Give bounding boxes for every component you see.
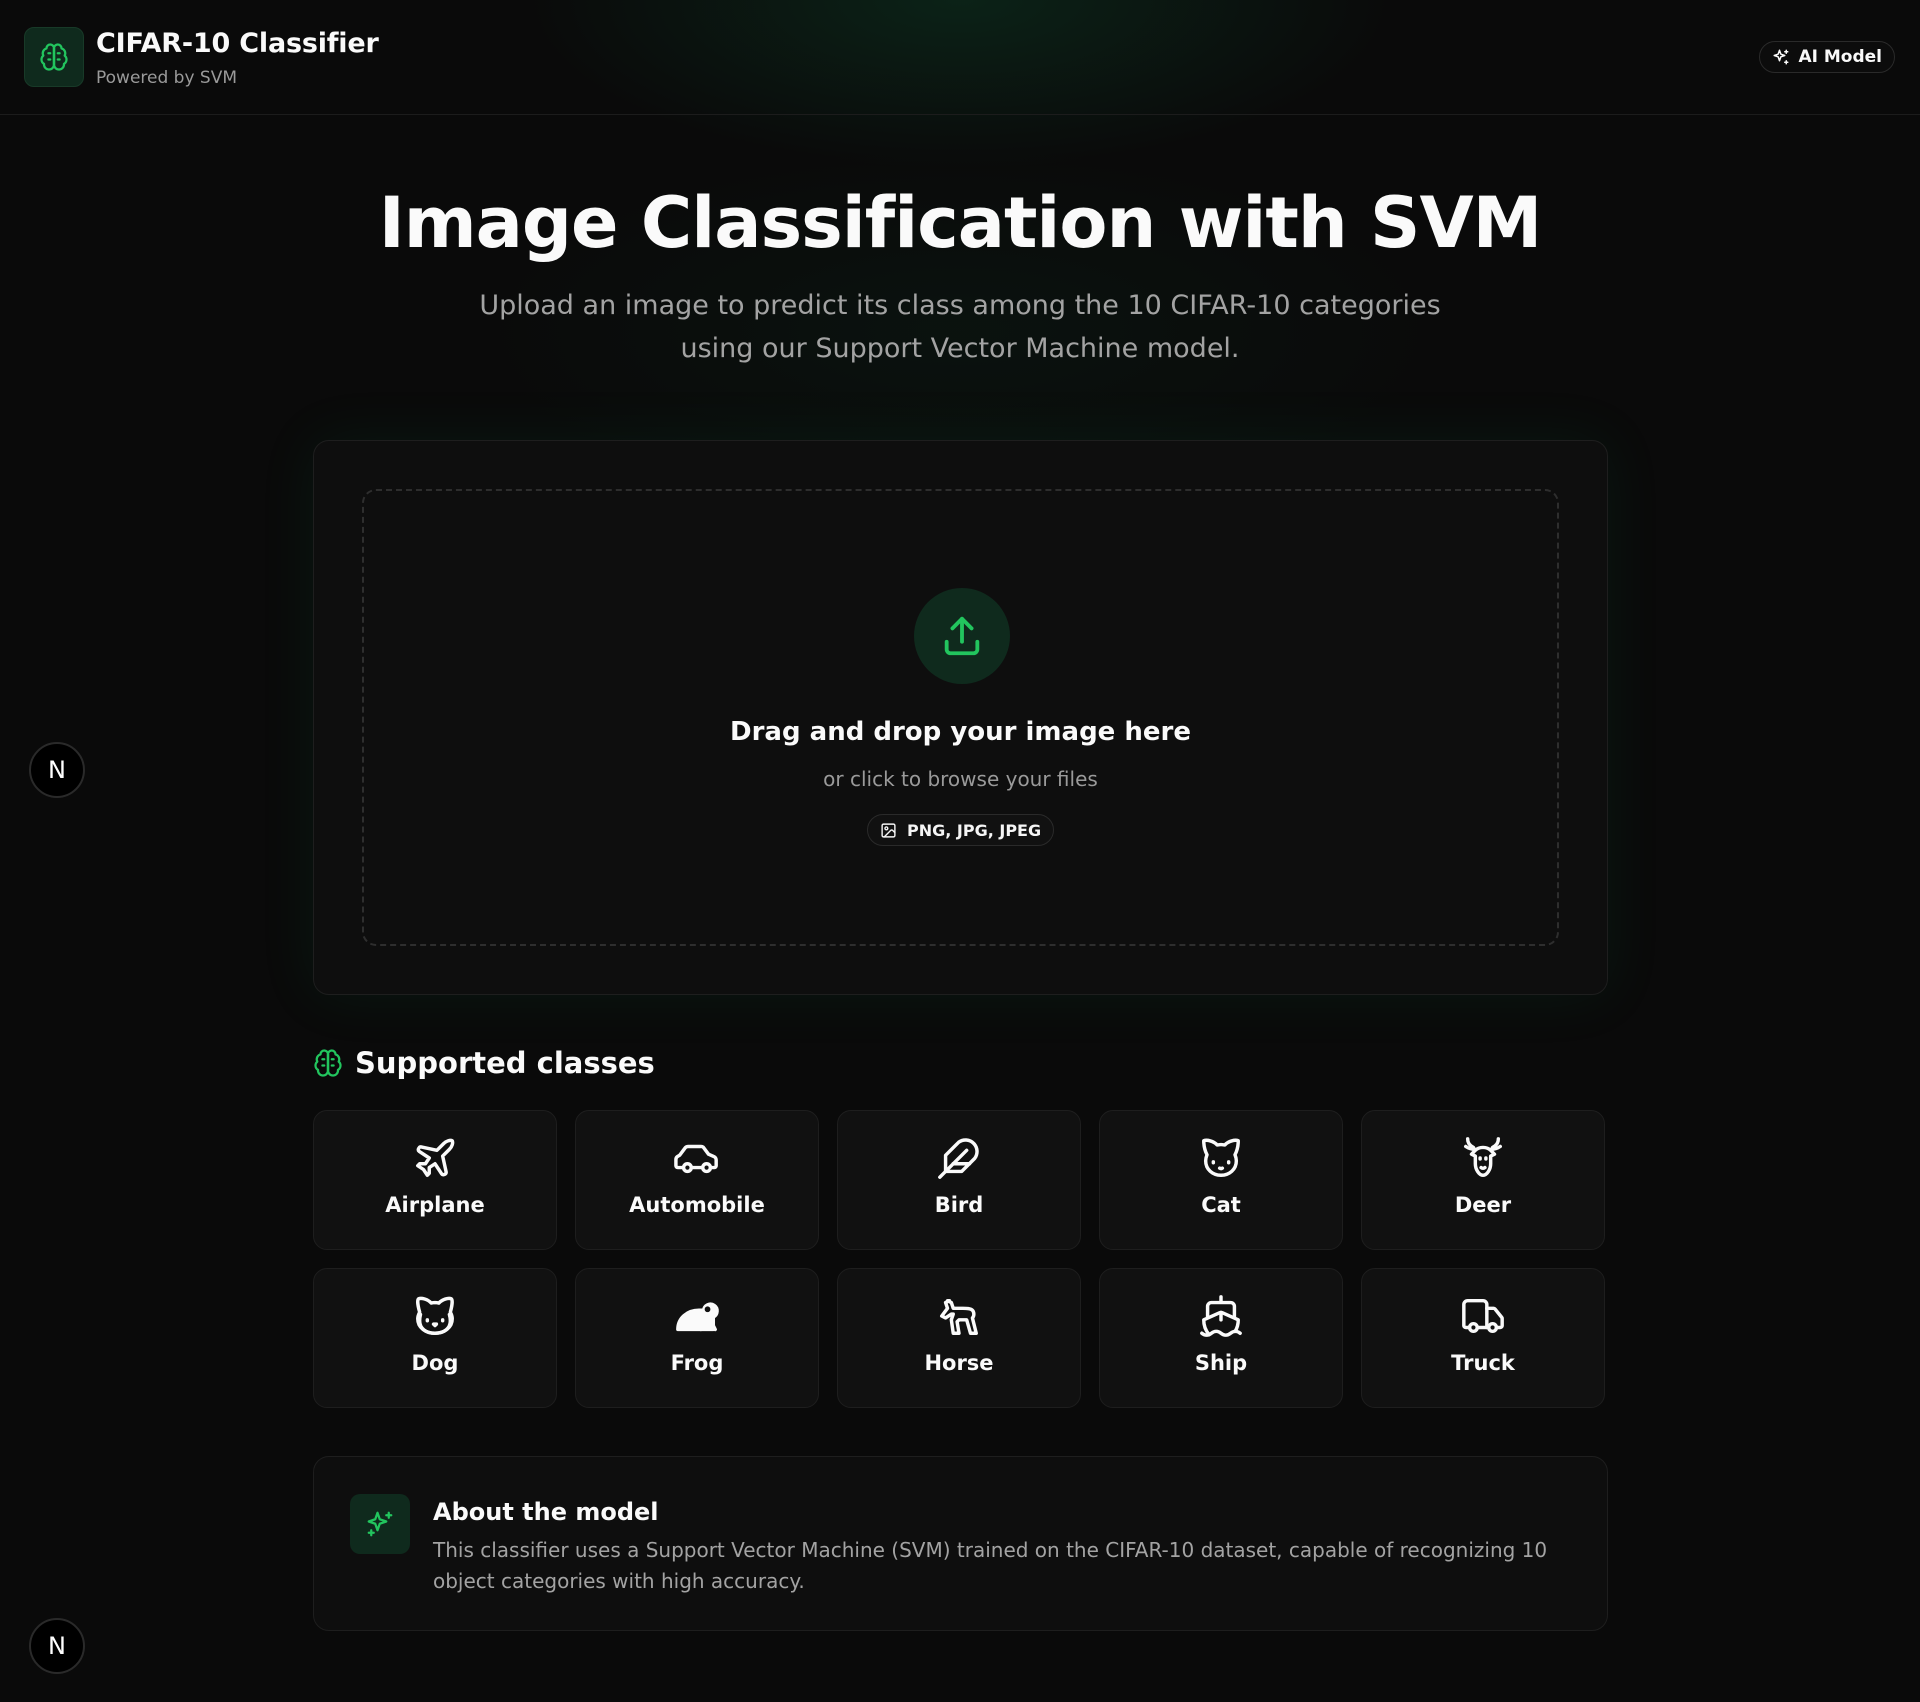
app-header: CIFAR-10 Classifier Powered by SVM AI Mo…	[0, 0, 1920, 115]
class-label: Frog	[670, 1351, 724, 1375]
formats-label: PNG, JPG, JPEG	[907, 820, 1042, 840]
class-card-frog[interactable]: Frog	[575, 1268, 819, 1408]
about-title: About the model	[433, 1498, 659, 1526]
class-label: Airplane	[385, 1193, 485, 1217]
frog-icon	[674, 1293, 720, 1339]
app-title: CIFAR-10 Classifier	[96, 28, 379, 59]
upload-icon	[914, 588, 1010, 684]
floating-n-button[interactable]: N	[29, 742, 85, 798]
brain-logo-icon	[24, 27, 84, 87]
class-label: Bird	[934, 1193, 984, 1217]
feather-icon	[936, 1135, 982, 1181]
horse-icon	[936, 1293, 982, 1339]
dog-icon	[412, 1293, 458, 1339]
class-card-deer[interactable]: Deer	[1361, 1110, 1605, 1250]
supported-classes-header: Supported classes	[313, 1046, 655, 1080]
ai-model-badge[interactable]: AI Model	[1759, 41, 1895, 73]
class-label: Truck	[1451, 1351, 1515, 1375]
page-title: Image Classification with SVM	[378, 182, 1543, 264]
formats-badge: PNG, JPG, JPEG	[867, 814, 1055, 846]
ai-model-label: AI Model	[1798, 47, 1882, 67]
class-card-cat[interactable]: Cat	[1099, 1110, 1343, 1250]
class-card-airplane[interactable]: Airplane	[313, 1110, 557, 1250]
class-card-dog[interactable]: Dog	[313, 1268, 557, 1408]
class-card-horse[interactable]: Horse	[837, 1268, 1081, 1408]
section-title: Supported classes	[355, 1046, 655, 1080]
dropzone-title: Drag and drop your image here	[730, 717, 1191, 747]
class-label: Dog	[411, 1351, 459, 1375]
sparkles-icon	[350, 1494, 410, 1554]
class-card-bird[interactable]: Bird	[837, 1110, 1081, 1250]
class-label: Cat	[1201, 1193, 1241, 1217]
class-label: Automobile	[629, 1193, 765, 1217]
car-icon	[674, 1135, 720, 1181]
image-dropzone[interactable]: Drag and drop your image here or click t…	[362, 489, 1559, 946]
truck-icon	[1460, 1293, 1506, 1339]
upload-card: Drag and drop your image here or click t…	[313, 440, 1608, 995]
airplane-icon	[412, 1135, 458, 1181]
dropzone-subtitle: or click to browse your files	[823, 767, 1098, 791]
sparkles-icon	[1773, 49, 1789, 65]
deer-icon	[1460, 1135, 1506, 1181]
about-text: This classifier uses a Support Vector Ma…	[433, 1538, 1548, 1593]
class-label: Ship	[1194, 1351, 1248, 1375]
image-icon	[881, 822, 896, 838]
class-label: Horse	[924, 1351, 994, 1375]
class-label: Deer	[1454, 1193, 1512, 1217]
class-card-truck[interactable]: Truck	[1361, 1268, 1605, 1408]
class-grid: Airplane Automobile Bird Cat Deer Dog Fr…	[313, 1110, 1608, 1408]
brain-icon	[314, 1049, 342, 1077]
page-description: Upload an image to predict its class amo…	[479, 290, 1441, 364]
floating-n-button[interactable]: N	[29, 1618, 85, 1674]
class-card-ship[interactable]: Ship	[1099, 1268, 1343, 1408]
ship-icon	[1198, 1293, 1244, 1339]
about-card: About the model This classifier uses a S…	[313, 1456, 1608, 1631]
app-subtitle: Powered by SVM	[96, 68, 238, 88]
class-card-automobile[interactable]: Automobile	[575, 1110, 819, 1250]
cat-icon	[1198, 1135, 1244, 1181]
